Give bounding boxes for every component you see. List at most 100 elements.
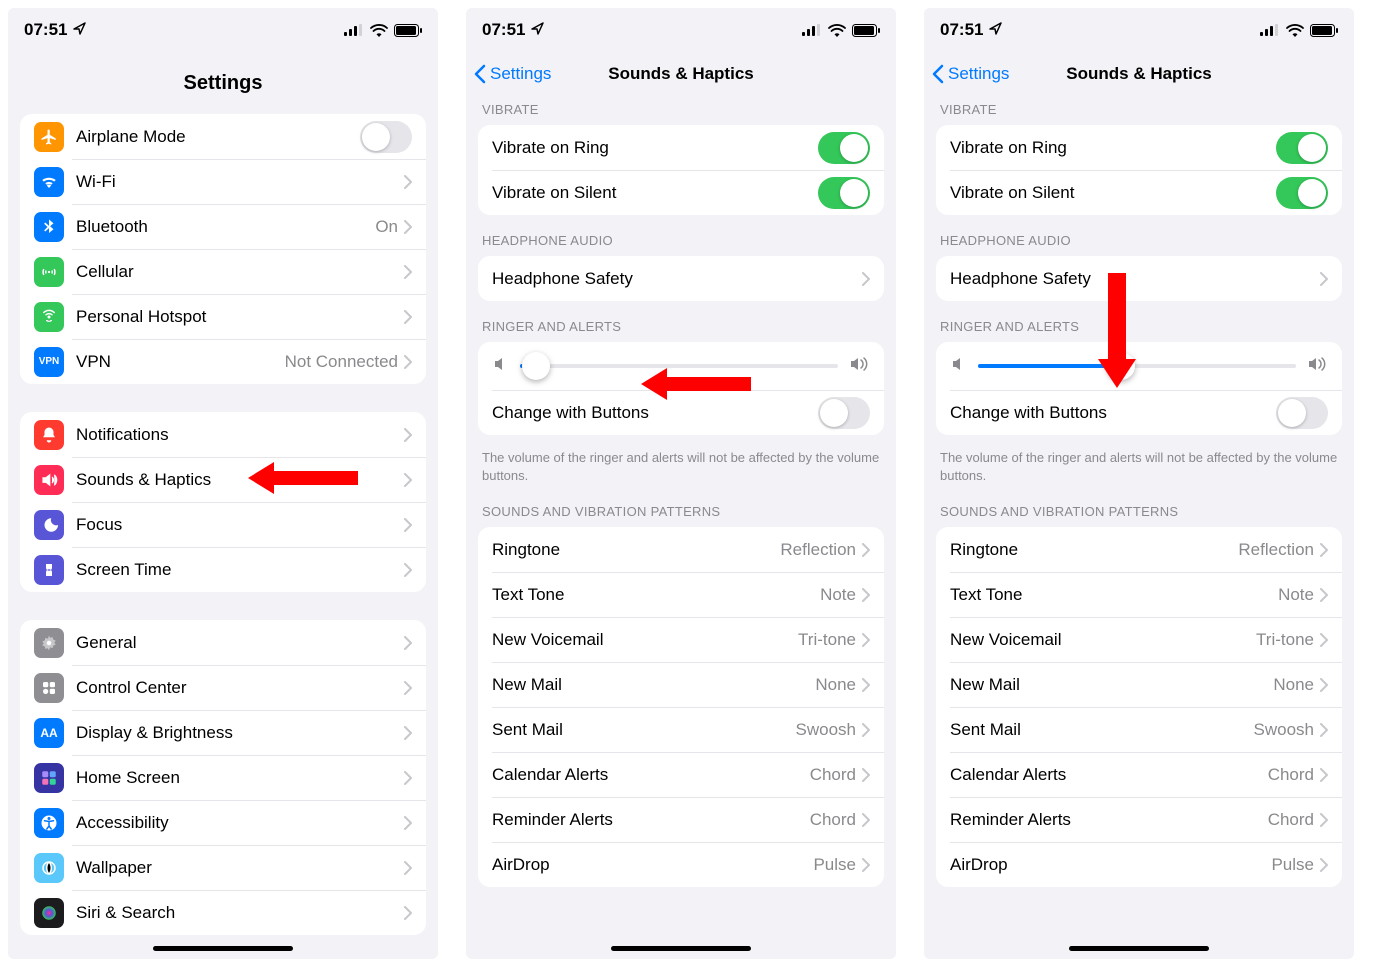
toggle-switch[interactable] xyxy=(360,121,412,153)
home-indicator xyxy=(153,946,293,951)
pattern-row[interactable]: Sent Mail Swoosh xyxy=(936,707,1342,752)
volume-slider[interactable] xyxy=(520,364,838,368)
row-change-buttons[interactable]: Change with Buttons xyxy=(936,390,1342,435)
accessibility-icon xyxy=(34,808,64,838)
volume-slider[interactable] xyxy=(978,364,1296,368)
section-header-ringer: Ringer and Alerts xyxy=(466,313,896,342)
pattern-row[interactable]: New Voicemail Tri-tone xyxy=(478,617,884,662)
wifi-status-icon xyxy=(1286,24,1304,37)
chevron-right-icon xyxy=(862,678,870,692)
chevron-right-icon xyxy=(404,816,412,830)
notifications-icon xyxy=(34,420,64,450)
chevron-right-icon xyxy=(1320,813,1328,827)
chevron-right-icon xyxy=(404,563,412,577)
chevron-right-icon xyxy=(404,726,412,740)
battery-icon xyxy=(852,24,880,37)
row-vibrate-ring[interactable]: Vibrate on Ring xyxy=(936,125,1342,170)
toggle-switch[interactable] xyxy=(1276,132,1328,164)
settings-row-notifications[interactable]: Notifications xyxy=(20,412,426,457)
signal-icon xyxy=(1260,24,1280,36)
pattern-row[interactable]: AirDrop Pulse xyxy=(478,842,884,887)
settings-row-hotspot[interactable]: Personal Hotspot xyxy=(20,294,426,339)
battery-icon xyxy=(394,24,422,37)
settings-row-homescreen[interactable]: Home Screen xyxy=(20,755,426,800)
row-value: Chord xyxy=(1268,765,1314,785)
row-change-buttons[interactable]: Change with Buttons xyxy=(478,390,884,435)
toggle-switch[interactable] xyxy=(818,397,870,429)
toggle-switch[interactable] xyxy=(818,132,870,164)
row-vibrate-ring[interactable]: Vibrate on Ring xyxy=(478,125,884,170)
pattern-row[interactable]: AirDrop Pulse xyxy=(936,842,1342,887)
settings-row-vpn[interactable]: VPNVPNNot Connected xyxy=(20,339,426,384)
pattern-row[interactable]: New Voicemail Tri-tone xyxy=(936,617,1342,662)
signal-icon xyxy=(802,24,822,36)
settings-row-accessibility[interactable]: Accessibility xyxy=(20,800,426,845)
location-icon xyxy=(73,22,86,38)
row-label: New Mail xyxy=(950,675,1273,695)
chevron-right-icon xyxy=(862,543,870,557)
pattern-row[interactable]: Reminder Alerts Chord xyxy=(478,797,884,842)
status-bar: 07:51 xyxy=(924,8,1354,52)
nav-bar: Settings Sounds & Haptics xyxy=(924,52,1354,96)
chevron-right-icon xyxy=(404,771,412,785)
wallpaper-icon xyxy=(34,853,64,883)
row-value: Pulse xyxy=(1271,855,1314,875)
pattern-row[interactable]: Text Tone Note xyxy=(936,572,1342,617)
chevron-right-icon xyxy=(862,813,870,827)
chevron-right-icon xyxy=(862,633,870,647)
pattern-row[interactable]: Calendar Alerts Chord xyxy=(936,752,1342,797)
row-label: VPN xyxy=(76,352,285,372)
settings-row-display[interactable]: AADisplay & Brightness xyxy=(20,710,426,755)
row-vibrate-silent[interactable]: Vibrate on Silent xyxy=(936,170,1342,215)
row-vibrate-silent[interactable]: Vibrate on Silent xyxy=(478,170,884,215)
row-label: Siri & Search xyxy=(76,903,404,923)
chevron-right-icon xyxy=(404,355,412,369)
status-time: 07:51 xyxy=(940,20,983,40)
settings-row-general[interactable]: General xyxy=(20,620,426,665)
chevron-right-icon xyxy=(404,636,412,650)
pattern-row[interactable]: New Mail None xyxy=(478,662,884,707)
section-header-headphone: Headphone Audio xyxy=(466,227,896,256)
row-label: Accessibility xyxy=(76,813,404,833)
row-value: On xyxy=(375,217,398,237)
row-label: Cellular xyxy=(76,262,404,282)
row-label: Ringtone xyxy=(492,540,780,560)
pattern-row[interactable]: Text Tone Note xyxy=(478,572,884,617)
settings-row-airplane[interactable]: Airplane Mode xyxy=(20,114,426,159)
pattern-row[interactable]: Ringtone Reflection xyxy=(478,527,884,572)
row-value: None xyxy=(815,675,856,695)
pattern-row[interactable]: Reminder Alerts Chord xyxy=(936,797,1342,842)
screenshot-sounds: 07:51 Settings Sounds & Haptics Vibrate … xyxy=(924,8,1354,959)
row-label: Personal Hotspot xyxy=(76,307,404,327)
status-bar: 07:51 xyxy=(466,8,896,52)
row-label: Control Center xyxy=(76,678,404,698)
settings-row-focus[interactable]: Focus xyxy=(20,502,426,547)
pattern-row[interactable]: Calendar Alerts Chord xyxy=(478,752,884,797)
bluetooth-icon xyxy=(34,212,64,242)
row-value: Tri-tone xyxy=(1256,630,1314,650)
row-value: Swoosh xyxy=(1254,720,1314,740)
pattern-row[interactable]: Ringtone Reflection xyxy=(936,527,1342,572)
row-value: Note xyxy=(1278,585,1314,605)
toggle-switch[interactable] xyxy=(1276,397,1328,429)
settings-row-cellular[interactable]: Cellular xyxy=(20,249,426,294)
pattern-row[interactable]: New Mail None xyxy=(936,662,1342,707)
row-label: Notifications xyxy=(76,425,404,445)
settings-row-bluetooth[interactable]: BluetoothOn xyxy=(20,204,426,249)
toggle-switch[interactable] xyxy=(818,177,870,209)
toggle-switch[interactable] xyxy=(1276,177,1328,209)
settings-row-screentime[interactable]: Screen Time xyxy=(20,547,426,592)
location-icon xyxy=(531,22,544,38)
row-headphone-safety[interactable]: Headphone Safety xyxy=(478,256,884,301)
settings-row-controlcenter[interactable]: Control Center xyxy=(20,665,426,710)
home-indicator xyxy=(1069,946,1209,951)
chevron-right-icon xyxy=(404,220,412,234)
pattern-row[interactable]: Sent Mail Swoosh xyxy=(478,707,884,752)
section-header-patterns: Sounds and Vibration Patterns xyxy=(924,488,1354,527)
settings-row-sounds[interactable]: Sounds & Haptics xyxy=(20,457,426,502)
row-headphone-safety[interactable]: Headphone Safety xyxy=(936,256,1342,301)
settings-row-wallpaper[interactable]: Wallpaper xyxy=(20,845,426,890)
section-footer-ringer: The volume of the ringer and alerts will… xyxy=(924,441,1354,488)
settings-row-wifi[interactable]: Wi-Fi xyxy=(20,159,426,204)
settings-row-siri[interactable]: Siri & Search xyxy=(20,890,426,935)
